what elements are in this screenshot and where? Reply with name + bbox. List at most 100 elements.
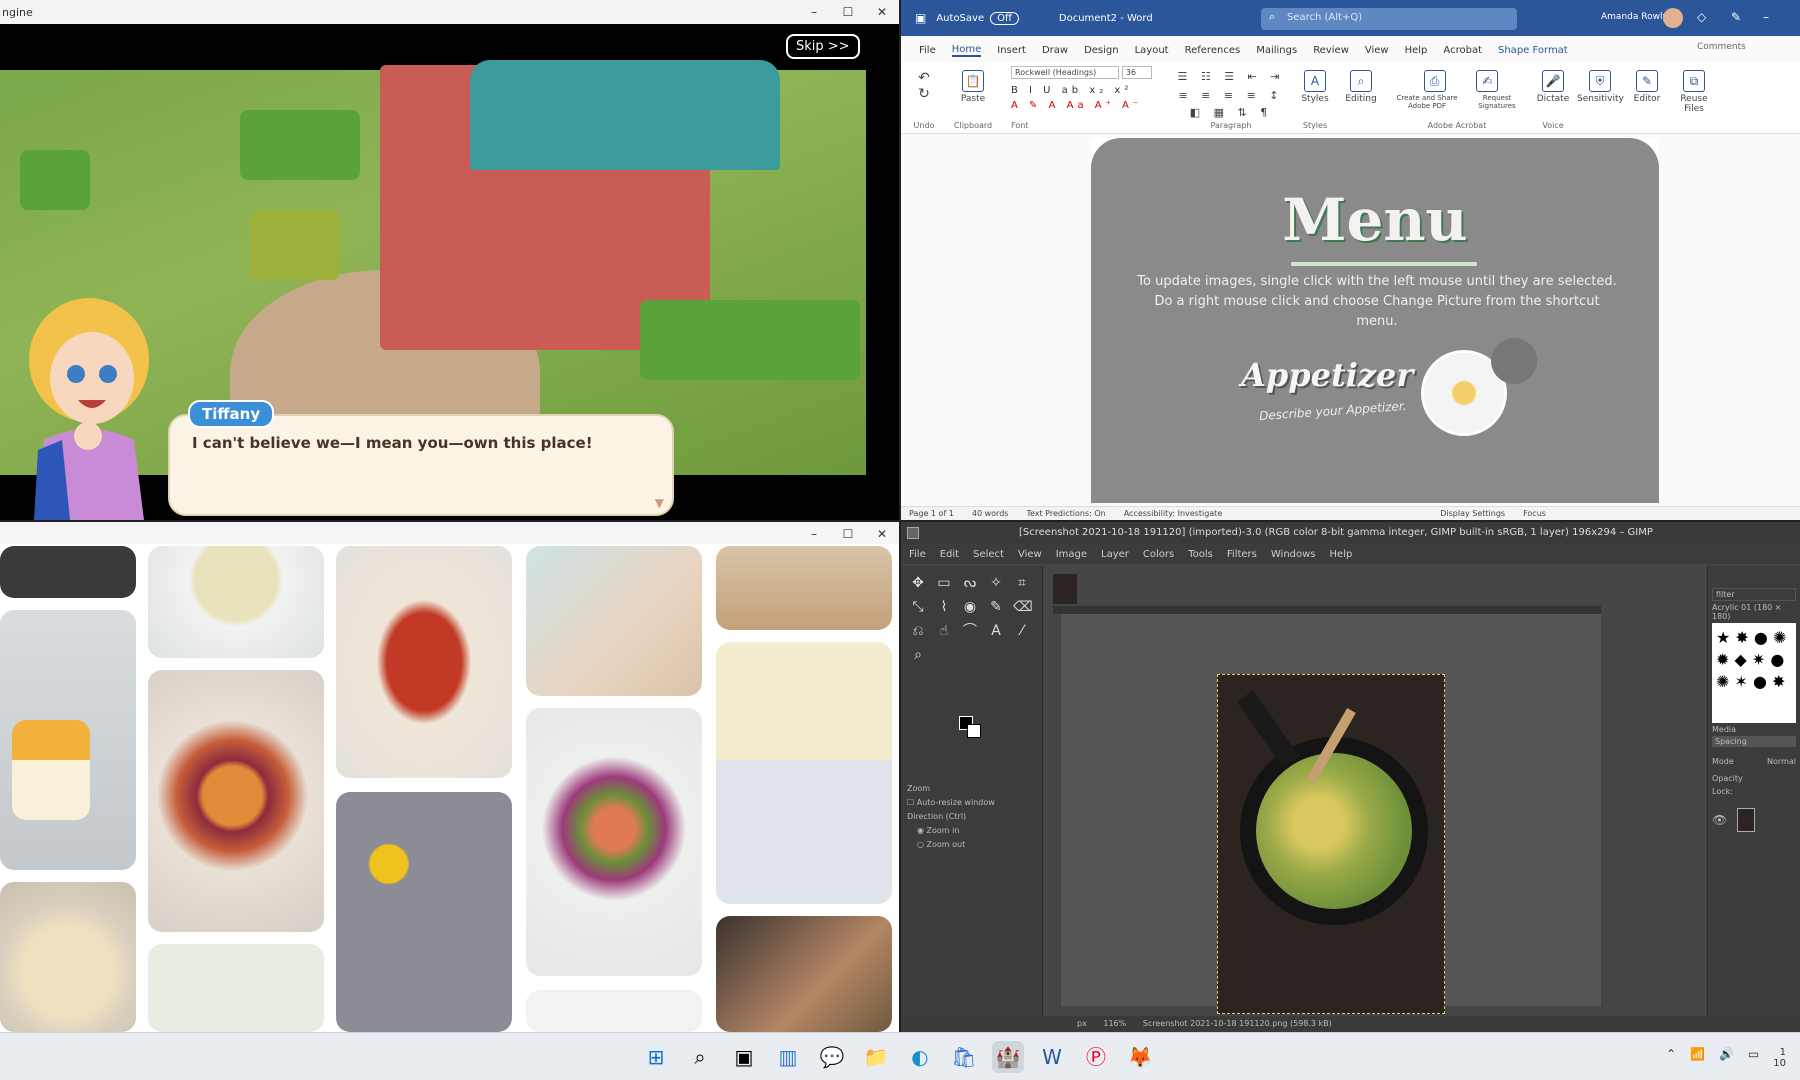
pin-image[interactable] (526, 546, 702, 696)
image-thumbnail[interactable] (1053, 574, 1077, 604)
avatar[interactable] (1663, 8, 1683, 28)
menu-select[interactable]: Select (973, 549, 1004, 560)
maximize-icon[interactable]: ☐ (831, 0, 865, 24)
editing-button[interactable]: Editing (1345, 94, 1376, 104)
comments-button[interactable]: Comments (1697, 42, 1746, 52)
pin-image[interactable] (148, 546, 324, 658)
reuse-files-button[interactable]: Reuse Files (1680, 94, 1707, 114)
close-icon[interactable]: ✕ (865, 0, 899, 24)
store-icon[interactable]: 🛍 (948, 1041, 980, 1073)
tab-mailings[interactable]: Mailings (1256, 45, 1297, 56)
font-name-select[interactable]: Rockwell (Headings) (1011, 66, 1119, 79)
tab-help[interactable]: Help (1405, 45, 1428, 56)
paths-icon[interactable]: ⌒ (961, 622, 979, 640)
transform-icon[interactable]: ⤡ (909, 598, 927, 616)
menu-title[interactable]: Menu (1091, 186, 1659, 254)
wifi-icon[interactable]: 📶 (1690, 1047, 1705, 1069)
tab-shape-format[interactable]: Shape Format (1498, 45, 1568, 56)
skip-button[interactable]: Skip >> (786, 34, 860, 59)
pinterest-window[interactable]: – ☐ ✕ (0, 522, 899, 1032)
game-titlebar[interactable]: ngine – ☐ ✕ (0, 0, 899, 24)
editor-icon[interactable]: ✎ (1636, 70, 1658, 92)
tab-view[interactable]: View (1365, 45, 1389, 56)
pin-image[interactable] (526, 708, 702, 976)
chevron-up-icon[interactable]: ⌃ (1666, 1047, 1676, 1069)
search-icon[interactable]: ⌕ (1350, 70, 1372, 92)
bucket-fill-icon[interactable]: ◉ (961, 598, 979, 616)
menu-windows[interactable]: Windows (1271, 549, 1316, 560)
editor-button[interactable]: Editor (1634, 94, 1661, 104)
zoom-in-radio[interactable]: ◉ Zoom in (907, 824, 1037, 838)
tab-draw[interactable]: Draw (1042, 45, 1068, 56)
image-canvas[interactable] (1061, 614, 1601, 1014)
file-explorer-icon[interactable]: 📁 (860, 1041, 892, 1073)
pin-image[interactable] (336, 792, 512, 1032)
menu-view[interactable]: View (1018, 549, 1042, 560)
pin-image[interactable] (0, 610, 136, 870)
auto-resize-checkbox[interactable]: ☐ Auto-resize window (907, 796, 1037, 810)
text-predictions[interactable]: Text Predictions: On (1026, 509, 1105, 518)
spacing-slider[interactable]: Spacing (1712, 736, 1796, 747)
styles-button[interactable]: Styles (1301, 94, 1328, 104)
dictate-button[interactable]: Dictate (1537, 94, 1570, 104)
accessibility-status[interactable]: Accessibility: Investigate (1124, 509, 1223, 518)
task-view-icon[interactable]: ▣ (728, 1041, 760, 1073)
dock-filter[interactable]: filter (1712, 588, 1796, 601)
mode-select[interactable]: Normal (1767, 757, 1796, 766)
battery-icon[interactable]: ▭ (1748, 1047, 1759, 1069)
menu-filters[interactable]: Filters (1227, 549, 1257, 560)
word-window[interactable]: ▣ AutoSave Off Document2 - Word Search (… (901, 0, 1800, 520)
color-picker-icon[interactable]: ⁄ (1013, 622, 1031, 640)
shading-buttons[interactable]: ◧ ▦ ⇅ ¶ (1177, 106, 1285, 119)
game-window[interactable]: ngine – ☐ ✕ Skip >> I can't believe we—I… (0, 0, 899, 520)
pin-image[interactable] (716, 916, 892, 1032)
pin-image[interactable] (716, 642, 892, 904)
gimp-icon[interactable]: 🦊 (1124, 1041, 1156, 1073)
tab-file[interactable]: File (919, 45, 936, 56)
shape-handle[interactable] (1491, 338, 1537, 384)
lasso-icon[interactable]: ᔓ (961, 574, 979, 592)
word-titlebar[interactable]: ▣ AutoSave Off Document2 - Word Search (… (901, 0, 1800, 36)
sensitivity-button[interactable]: Sensitivity (1577, 94, 1624, 104)
zoom-out-radio[interactable]: ○ Zoom out (907, 838, 1037, 852)
gimp-window[interactable]: [Screenshot 2021-10-18 191120] (imported… (901, 522, 1800, 1032)
warp-icon[interactable]: ⌇ (935, 598, 953, 616)
menu-file[interactable]: File (909, 549, 926, 560)
gardenscapes-icon[interactable]: 🏰 (992, 1041, 1024, 1073)
minimize-icon[interactable]: – (1763, 10, 1769, 24)
display-settings[interactable]: Display Settings (1440, 509, 1505, 518)
microphone-icon[interactable]: 🎤 (1542, 70, 1564, 92)
layer-thumbnail[interactable] (1737, 808, 1756, 832)
redo-icon[interactable]: ↻ (911, 86, 937, 102)
word-icon[interactable]: W (1036, 1041, 1068, 1073)
appetizer-heading[interactable]: Appetizer (1241, 356, 1413, 394)
focus-button[interactable]: Focus (1523, 509, 1546, 518)
crop-icon[interactable]: ⌗ (1013, 574, 1031, 592)
tab-design[interactable]: Design (1084, 45, 1119, 56)
pin-image[interactable] (148, 944, 324, 1032)
widgets-icon[interactable]: ▥ (772, 1041, 804, 1073)
eraser-icon[interactable]: ⌫ (1013, 598, 1033, 616)
tab-acrobat[interactable]: Acrobat (1443, 45, 1482, 56)
reuse-files-icon[interactable]: ⧉ (1683, 70, 1705, 92)
save-icon[interactable]: ▣ (915, 11, 926, 25)
layer-row[interactable]: 👁 (1712, 808, 1796, 832)
menu-edit[interactable]: Edit (940, 549, 959, 560)
windows-start-icon[interactable]: ⊞ (640, 1041, 672, 1073)
pdf-icon[interactable]: ⎙ (1423, 70, 1446, 92)
tab-insert[interactable]: Insert (997, 45, 1026, 56)
appetizer-description[interactable]: Describe your Appetizer. (1259, 399, 1407, 423)
pin-image[interactable] (716, 546, 892, 630)
create-share-pdf-button[interactable]: Create and Share Adobe PDF (1392, 94, 1462, 110)
list-buttons[interactable]: ☰ ☷ ☰ ⇤ ⇥ (1177, 70, 1285, 83)
undo-icon[interactable]: ↶ (911, 70, 937, 86)
clone-icon[interactable]: ⎌ (909, 622, 927, 640)
page-count[interactable]: Page 1 of 1 (909, 509, 954, 518)
volume-icon[interactable]: 🔊 (1719, 1047, 1734, 1069)
tab-layout[interactable]: Layout (1135, 45, 1169, 56)
text-tool-icon[interactable]: A (987, 622, 1005, 640)
pin-image[interactable] (0, 546, 136, 598)
menu-tools[interactable]: Tools (1188, 549, 1213, 560)
sensitivity-icon[interactable]: ⛨ (1589, 70, 1611, 92)
request-signatures-button[interactable]: Request Signatures (1472, 94, 1522, 110)
